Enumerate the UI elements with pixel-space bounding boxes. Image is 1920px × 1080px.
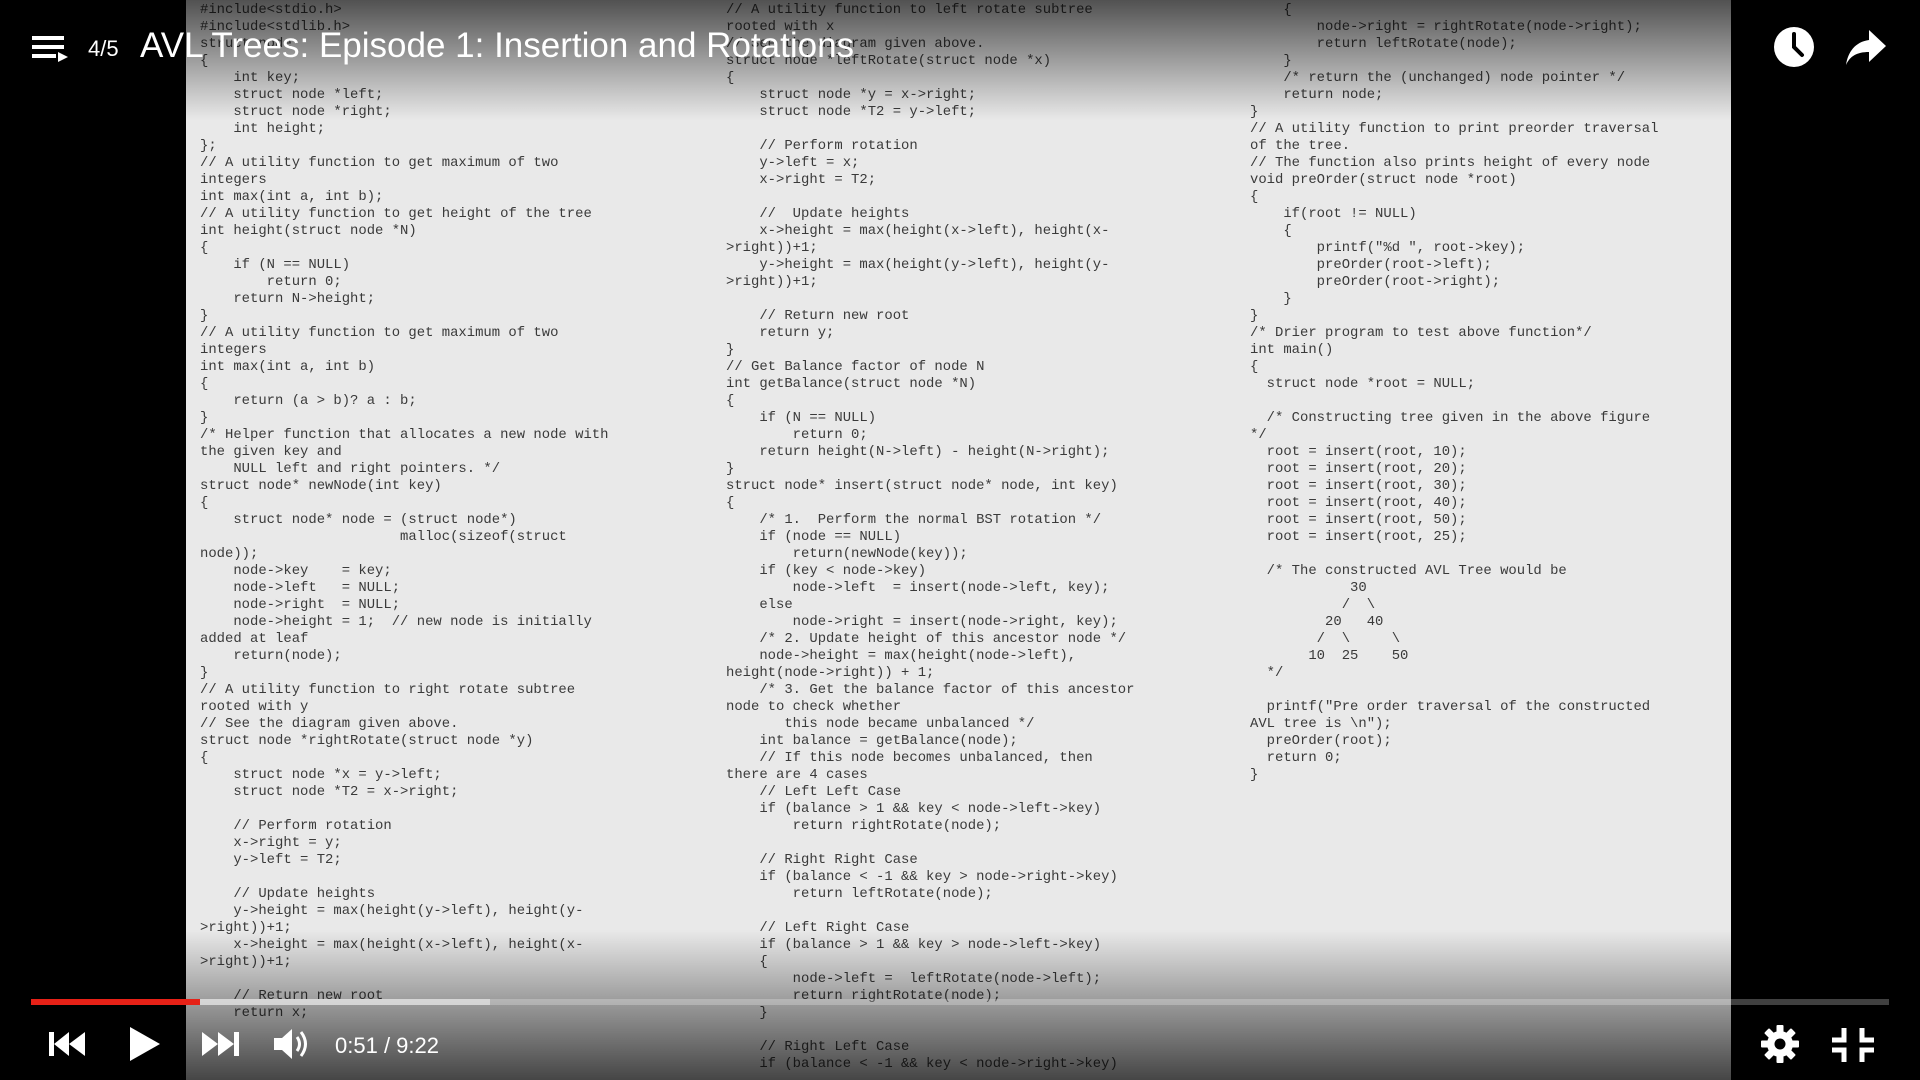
- duration: 9:22: [396, 1033, 439, 1058]
- code-column-3: { node->right = rightRotate(node->right)…: [1250, 2, 1659, 783]
- progress-bar[interactable]: [31, 999, 1889, 1005]
- video-title[interactable]: AVL Trees: Episode 1: Insertion and Rota…: [140, 26, 854, 66]
- progress-played: [31, 999, 201, 1005]
- skip-previous-icon: [49, 1032, 85, 1056]
- fullscreen-exit-icon: [1832, 1028, 1874, 1062]
- playlist-button[interactable]: [30, 28, 70, 68]
- volume-icon: [274, 1029, 307, 1059]
- share-button[interactable]: [1845, 28, 1887, 68]
- fullscreen-exit-button[interactable]: [1830, 1026, 1876, 1064]
- previous-button[interactable]: [47, 1026, 89, 1062]
- playlist-position: 4/5: [88, 36, 119, 61]
- share-arrow-icon: [1846, 30, 1886, 65]
- play-button[interactable]: [124, 1024, 164, 1064]
- gear-icon: [1761, 1025, 1799, 1063]
- skip-next-icon: [202, 1032, 239, 1056]
- time-separator: /: [377, 1033, 397, 1058]
- watch-later-button[interactable]: [1773, 26, 1815, 68]
- playlist-icon: [32, 36, 68, 62]
- code-column-2: // A utility function to left rotate sub…: [726, 2, 1135, 1072]
- settings-button[interactable]: [1760, 1024, 1800, 1064]
- video-frame[interactable]: #include<stdio.h> #include<stdlib.h> str…: [186, 0, 1731, 1080]
- code-column-1: #include<stdio.h> #include<stdlib.h> str…: [200, 2, 609, 1021]
- clock-icon: [1774, 27, 1814, 67]
- volume-button[interactable]: [272, 1024, 314, 1064]
- current-time: 0:51: [335, 1033, 378, 1058]
- next-button[interactable]: [200, 1026, 242, 1062]
- time-display: 0:51 / 9:22: [335, 1033, 439, 1059]
- play-icon: [130, 1027, 160, 1061]
